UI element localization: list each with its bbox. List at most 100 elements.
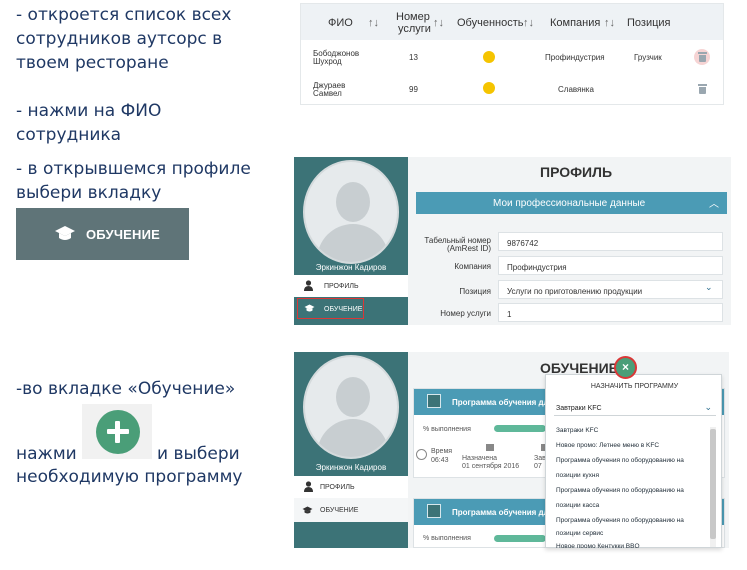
- delete-button[interactable]: [696, 83, 708, 95]
- avatar: [303, 355, 399, 459]
- chevron-down-icon: ⌄: [705, 282, 713, 292]
- calendar-icon: [486, 444, 494, 451]
- percent-label: % выполнения: [423, 535, 471, 542]
- sidebar-item-label: ПРОФИЛЬ: [320, 484, 355, 491]
- table-row[interactable]: Джураев Самвел 99 Славянка: [301, 76, 723, 104]
- company-field[interactable]: Профиндустрия: [498, 256, 723, 275]
- section-header[interactable]: Мои профессиональные данные ︿: [416, 192, 727, 214]
- instruction-step-3: - в открывшемся профиле выбери вкладку: [16, 157, 251, 205]
- table-row[interactable]: Бободжонов Шухрод 13 Профиндустрия Грузч…: [301, 42, 723, 72]
- sort-icon[interactable]: ↑↓: [604, 17, 615, 29]
- tab-number-field[interactable]: 9876742: [498, 232, 723, 251]
- highlight-box: [297, 298, 364, 319]
- selected-program: Завтраки KFC: [556, 405, 602, 412]
- column-header-number-2[interactable]: услуги: [398, 23, 431, 35]
- sidebar-item-label: ПРОФИЛЬ: [324, 283, 359, 290]
- plus-icon-vertical: [115, 421, 120, 443]
- page-title: ПРОФИЛЬ: [540, 164, 613, 180]
- program-icon: [427, 394, 441, 408]
- sidebar-item-profile[interactable]: ПРОФИЛЬ: [294, 275, 408, 297]
- service-number: 99: [409, 85, 418, 94]
- progress-bar: [494, 535, 546, 542]
- education-tab-button[interactable]: ОБУЧЕНИЕ: [16, 208, 189, 260]
- close-button[interactable]: ×: [614, 356, 637, 379]
- add-program-button[interactable]: [96, 410, 140, 454]
- person-icon: [304, 481, 313, 492]
- avatar: [303, 160, 399, 264]
- profile-panel: Эркинжон Кадиров ПРОФИЛЬ ОБУЧЕНИЕ ПРОФИЛ…: [294, 157, 731, 325]
- training-status-dot: [483, 51, 495, 63]
- graduation-cap-icon: [55, 226, 75, 240]
- instruction-step-2: - нажми на ФИО сотрудника: [16, 99, 161, 147]
- column-header-number-1[interactable]: Номер: [396, 11, 430, 23]
- instruction-step-4-choose: и выбери: [157, 444, 240, 464]
- sort-icon[interactable]: ↑↓: [523, 17, 534, 29]
- instruction-line: сотрудников аутсорс в: [16, 29, 223, 49]
- dropdown-heading: НАЗНАЧИТЬ ПРОГРАММУ: [590, 383, 679, 390]
- scrollbar[interactable]: [710, 427, 716, 547]
- company-cell: Славянка: [558, 85, 594, 94]
- time-value: 06:43: [431, 457, 449, 464]
- program-title: Программа обучения для: [452, 508, 554, 517]
- deadline-date: 07: [534, 463, 542, 470]
- instruction-step-4-program: необходимую программу: [16, 467, 243, 487]
- program-option-cont[interactable]: позиции кухня: [556, 472, 599, 479]
- close-icon: ×: [622, 360, 630, 374]
- position-cell: Грузчик: [634, 53, 662, 62]
- employee-table: ФИО ↑↓ Номер услуги ↑↓ Обученность ↑↓ Ко…: [300, 3, 724, 105]
- assigned-date: 01 сентября 2016: [462, 463, 520, 470]
- column-header-company[interactable]: Компания: [550, 17, 600, 29]
- program-icon: [427, 504, 441, 518]
- time-label: Время: [431, 448, 453, 455]
- instruction-step-4-press: нажми: [16, 444, 77, 464]
- progress-bar: [494, 425, 546, 432]
- program-select[interactable]: Завтраки KFC ⌄: [554, 401, 716, 416]
- program-option[interactable]: Новое промо Кентукки ВВQ: [556, 543, 640, 548]
- add-program-button-preview: [82, 404, 152, 459]
- person-icon: [304, 280, 313, 291]
- service-number-field[interactable]: 1: [498, 303, 723, 322]
- field-label: (AmRest ID): [447, 244, 491, 253]
- employee-name-link[interactable]: Самвел: [313, 89, 342, 98]
- instruction-line: сотрудника: [16, 125, 122, 145]
- instruction-line: - откроется список всех: [16, 5, 232, 25]
- program-option[interactable]: Программа обучения по оборудованию на: [556, 457, 684, 464]
- sidebar-item-education[interactable]: ОБУЧЕНИЕ: [294, 498, 408, 522]
- program-option[interactable]: Новое промо: Летнее меню в KFC: [556, 442, 659, 449]
- column-header-position[interactable]: Позиция: [627, 17, 671, 29]
- employee-name-link[interactable]: Шухрод: [313, 57, 342, 66]
- program-option-cont[interactable]: позиции сервис: [556, 530, 603, 537]
- section-title: Мои профессиональные данные: [493, 198, 646, 209]
- trash-icon: [698, 52, 707, 62]
- scrollbar-thumb[interactable]: [710, 429, 716, 539]
- instruction-line: выбери вкладку: [16, 183, 162, 203]
- instruction-line: - в открывшемся профиле: [16, 159, 251, 179]
- sidebar-item-profile[interactable]: ПРОФИЛЬ: [294, 476, 408, 498]
- instruction-step-1: - откроется список всех сотрудников аутс…: [16, 3, 231, 75]
- clock-icon: [416, 449, 427, 460]
- assigned-label: Назначена: [462, 455, 497, 462]
- program-option[interactable]: Завтраки KFC: [556, 427, 598, 434]
- chevron-down-icon: ⌄: [704, 402, 712, 412]
- delete-button[interactable]: [694, 49, 710, 65]
- employee-name: Эркинжон Кадиров: [315, 263, 387, 272]
- trash-icon: [698, 84, 707, 94]
- program-title: Программа обучения для: [452, 398, 554, 407]
- sort-icon[interactable]: ↑↓: [368, 17, 379, 29]
- education-tab-label: ОБУЧЕНИЕ: [86, 227, 161, 242]
- field-label: Позиция: [459, 287, 491, 296]
- program-option[interactable]: Программа обучения по оборудованию на: [556, 517, 684, 524]
- column-header-fio[interactable]: ФИО: [328, 17, 353, 29]
- field-label: Номер услуги: [440, 309, 491, 318]
- service-number: 13: [409, 53, 418, 62]
- position-select[interactable]: Услуги по приготовлению продукции: [498, 280, 723, 299]
- program-option[interactable]: Программа обучения по оборудованию на: [556, 487, 684, 494]
- assign-program-dropdown[interactable]: НАЗНАЧИТЬ ПРОГРАММУ Завтраки KFC ⌄ Завтр…: [545, 374, 722, 548]
- employee-name: Эркинжон Кадиров: [315, 463, 387, 472]
- graduation-cap-icon: [302, 506, 313, 514]
- program-option-cont[interactable]: позиции касса: [556, 502, 599, 509]
- column-header-education[interactable]: Обученность: [457, 17, 524, 29]
- sort-icon[interactable]: ↑↓: [433, 17, 444, 29]
- instruction-line: - нажми на ФИО: [16, 101, 162, 121]
- training-status-dot: [483, 82, 495, 94]
